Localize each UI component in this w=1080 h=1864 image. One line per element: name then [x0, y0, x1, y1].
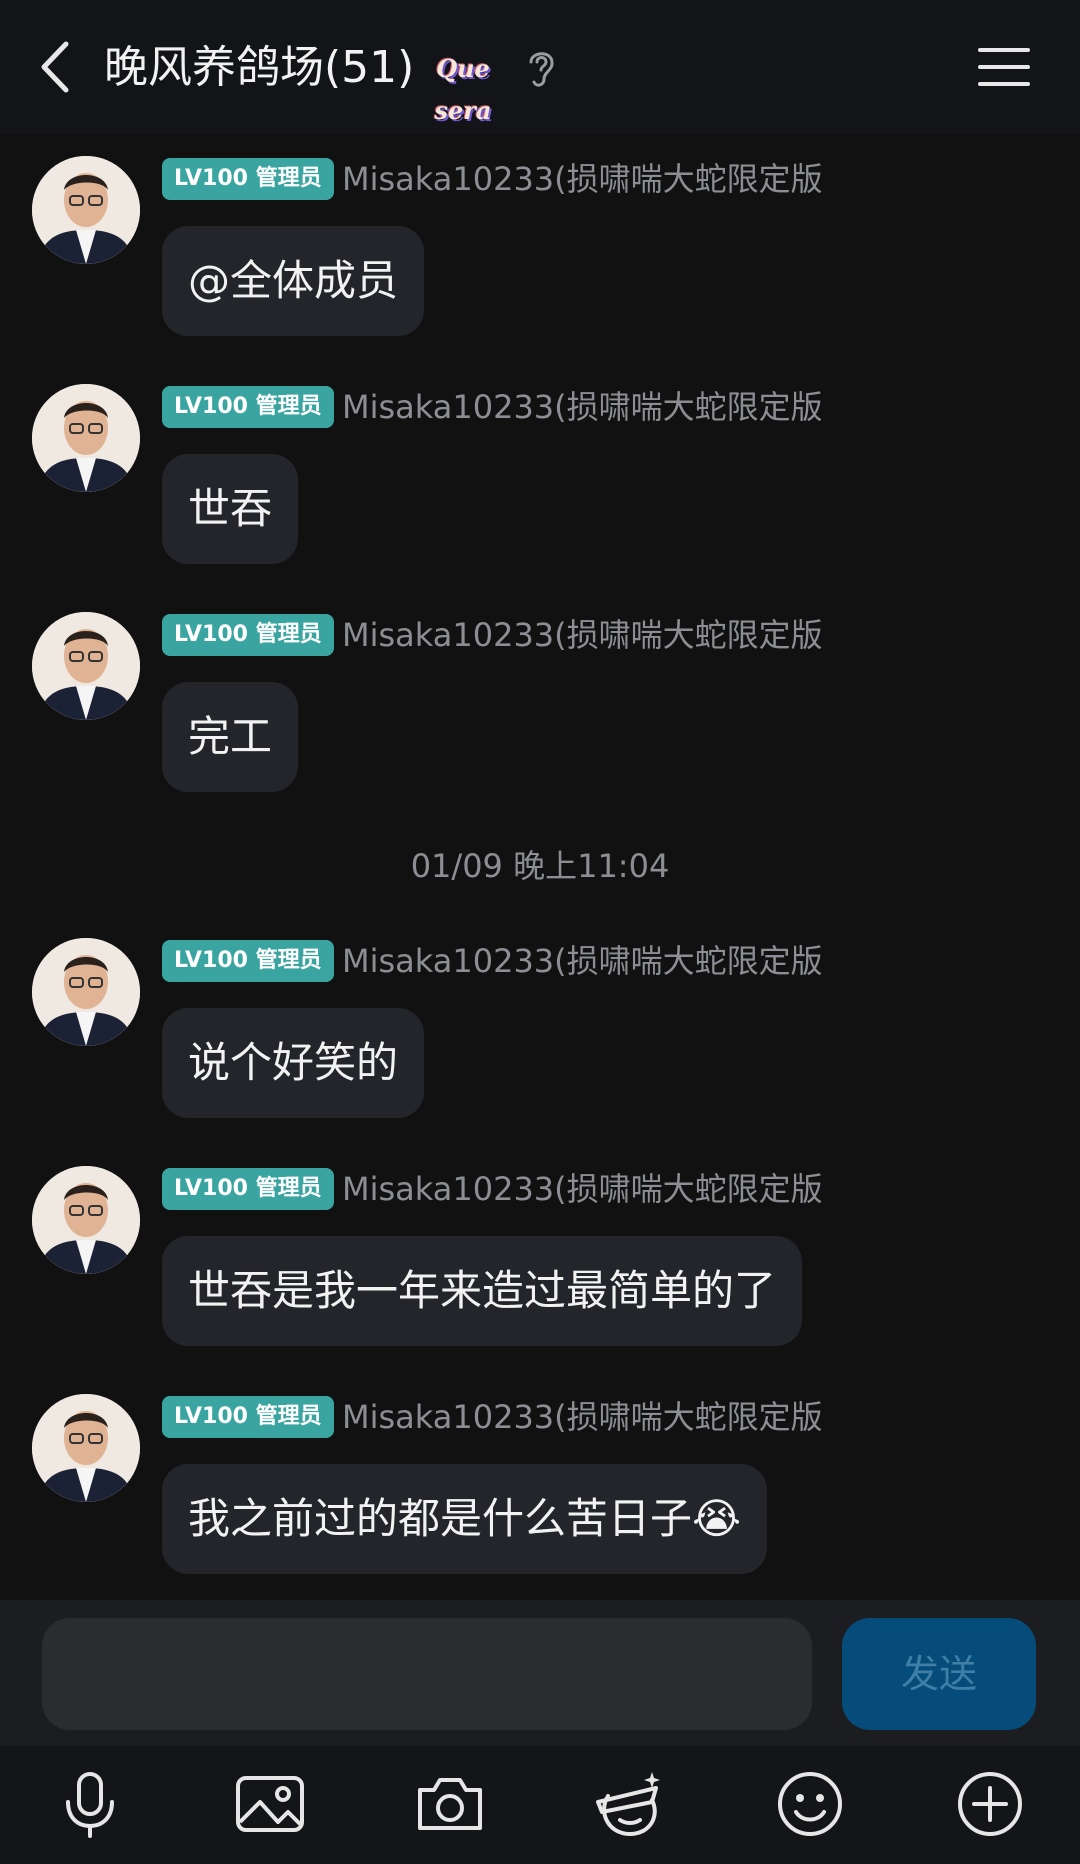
- microphone-icon[interactable]: [52, 1766, 128, 1842]
- image-icon[interactable]: [232, 1766, 308, 1842]
- level-badge: LV100 管理员: [162, 1168, 334, 1210]
- message-bubble[interactable]: 世吞是我一年来造过最简单的了: [162, 1236, 803, 1346]
- bottom-toolbar: [0, 1746, 1080, 1864]
- sender-name[interactable]: Misaka10233(损啸喘大蛇限定版: [342, 1166, 823, 1212]
- camera-icon[interactable]: [412, 1766, 488, 1842]
- avatar[interactable]: [32, 1394, 140, 1502]
- level-badge: LV100 管理员: [162, 386, 334, 428]
- sender-name[interactable]: Misaka10233(损啸喘大蛇限定版: [342, 384, 823, 430]
- send-button[interactable]: 发送: [842, 1618, 1036, 1730]
- chat-header: 晚风养鸽场(51) Que sera: [0, 0, 1080, 134]
- timestamp: 01/09 晚上11:04: [410, 847, 670, 885]
- back-button[interactable]: [34, 40, 84, 94]
- message-bubble[interactable]: 完工: [162, 682, 299, 792]
- sender-name[interactable]: Misaka10233(损啸喘大蛇限定版: [342, 938, 823, 984]
- emoji-icon[interactable]: [772, 1766, 848, 1842]
- menu-button[interactable]: [978, 46, 1030, 88]
- message-bubble[interactable]: 世吞: [162, 454, 299, 564]
- avatar[interactable]: [32, 384, 140, 492]
- message-list[interactable]: LV100 管理员 Misaka10233(损啸喘大蛇限定版 @全体成员 LV1…: [0, 134, 1080, 1600]
- message-bubble[interactable]: 我之前过的都是什么苦日子😭: [162, 1464, 768, 1574]
- plus-circle-icon[interactable]: [952, 1766, 1028, 1842]
- message-input[interactable]: [42, 1618, 812, 1730]
- sender-name[interactable]: Misaka10233(损啸喘大蛇限定版: [342, 612, 823, 658]
- chat-title[interactable]: 晚风养鸽场(51): [104, 40, 414, 96]
- input-bar: 发送: [0, 1600, 1080, 1746]
- ear-icon[interactable]: [524, 46, 558, 90]
- avatar[interactable]: [32, 1166, 140, 1274]
- sender-name[interactable]: Misaka10233(损啸喘大蛇限定版: [342, 1394, 823, 1440]
- hamburger-menu-icon: [978, 48, 1030, 86]
- avatar[interactable]: [32, 156, 140, 264]
- message-bubble[interactable]: 说个好笑的: [162, 1008, 425, 1118]
- magic-face-icon[interactable]: [592, 1766, 668, 1842]
- group-badge: Que sera: [434, 54, 492, 125]
- avatar[interactable]: [32, 612, 140, 720]
- level-badge: LV100 管理员: [162, 940, 334, 982]
- level-badge: LV100 管理员: [162, 158, 334, 200]
- chevron-left-icon: [41, 41, 69, 93]
- level-badge: LV100 管理员: [162, 614, 334, 656]
- sender-name[interactable]: Misaka10233(损啸喘大蛇限定版: [342, 156, 823, 202]
- level-badge: LV100 管理员: [162, 1396, 334, 1438]
- message-bubble[interactable]: @全体成员: [162, 226, 425, 336]
- avatar[interactable]: [32, 938, 140, 1046]
